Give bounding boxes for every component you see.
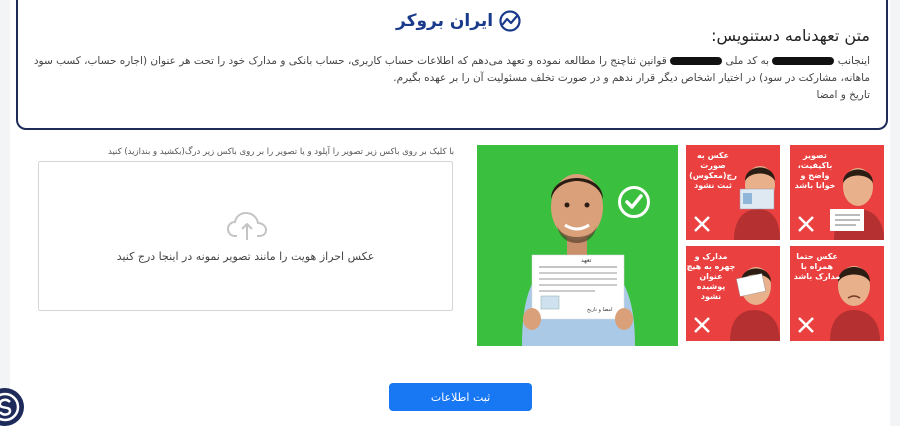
rule-caption: عکس به صورت رچ(معکوس) ثبت نشود bbox=[689, 151, 737, 190]
rule-tile-quality: تصویر باکیفیت، واضح و خوانا باشد bbox=[790, 145, 884, 240]
commitment-line1-start: اینجانب bbox=[837, 55, 870, 67]
redacted-name bbox=[772, 57, 835, 65]
commitment-card: ایران بروکر متن تعهدنامه دستنویس: اینجان… bbox=[16, 0, 888, 130]
close-icon bbox=[798, 216, 814, 232]
rule-tile-mirrored: عکس به صورت رچ(معکوس) ثبت نشود bbox=[686, 145, 780, 240]
commitment-line1-mid: به کد ملی bbox=[725, 55, 770, 67]
paper-heading: تعهد bbox=[581, 257, 592, 264]
cloud-upload-icon bbox=[226, 211, 268, 240]
commitment-date-signature: تاریخ و امضا bbox=[816, 89, 870, 101]
person-holding-paper-illustration bbox=[522, 174, 635, 346]
redacted-national-id bbox=[670, 57, 723, 65]
brand-name: ایران بروکر bbox=[396, 11, 494, 31]
upload-hint: با کلیک بر روی باکس زیر تصویر را آپلود و… bbox=[108, 147, 455, 157]
chart-trend-icon bbox=[499, 10, 521, 32]
support-chat-logo[interactable] bbox=[0, 388, 24, 426]
rules-grid: تصویر باکیفیت، واضح و خوانا باشد عکس به … bbox=[686, 145, 884, 343]
upload-instruction: عکس احراز هویت را مانند تصویر نمونه در ا… bbox=[116, 250, 375, 263]
page-container: ایران بروکر متن تعهدنامه دستنویس: اینجان… bbox=[10, 0, 890, 426]
rule-tile-with-documents: عکس حتما همراه با مدارک باشد bbox=[790, 246, 884, 341]
sample-photo: تعهد امضا و تاریخ bbox=[477, 145, 678, 346]
check-circle-icon bbox=[618, 186, 650, 218]
close-icon bbox=[798, 317, 814, 333]
close-icon bbox=[694, 216, 710, 232]
rule-caption: عکس حتما همراه با مدارک باشد bbox=[793, 252, 841, 281]
chat-logo-icon bbox=[0, 392, 20, 422]
rule-caption: مدارک و چهره به هیچ عنوان پوشیده نشود bbox=[686, 252, 736, 301]
upload-dropzone[interactable]: عکس احراز هویت را مانند تصویر نمونه در ا… bbox=[38, 161, 453, 311]
close-icon bbox=[694, 317, 710, 333]
rule-tile-not-covered: مدارک و چهره به هیچ عنوان پوشیده نشود bbox=[686, 246, 780, 341]
rule-caption: تصویر باکیفیت، واضح و خوانا باشد bbox=[794, 151, 836, 190]
paper-signature: امضا و تاریخ bbox=[587, 307, 613, 313]
commitment-text: اینجانب به کد ملی قوانین ثناچنج را مطالع… bbox=[20, 53, 870, 104]
submit-button[interactable]: ثبت اطلاعات bbox=[389, 383, 532, 411]
commitment-title: متن تعهدنامه دستنویس: bbox=[711, 26, 870, 45]
brand-logo: ایران بروکر bbox=[396, 10, 523, 32]
